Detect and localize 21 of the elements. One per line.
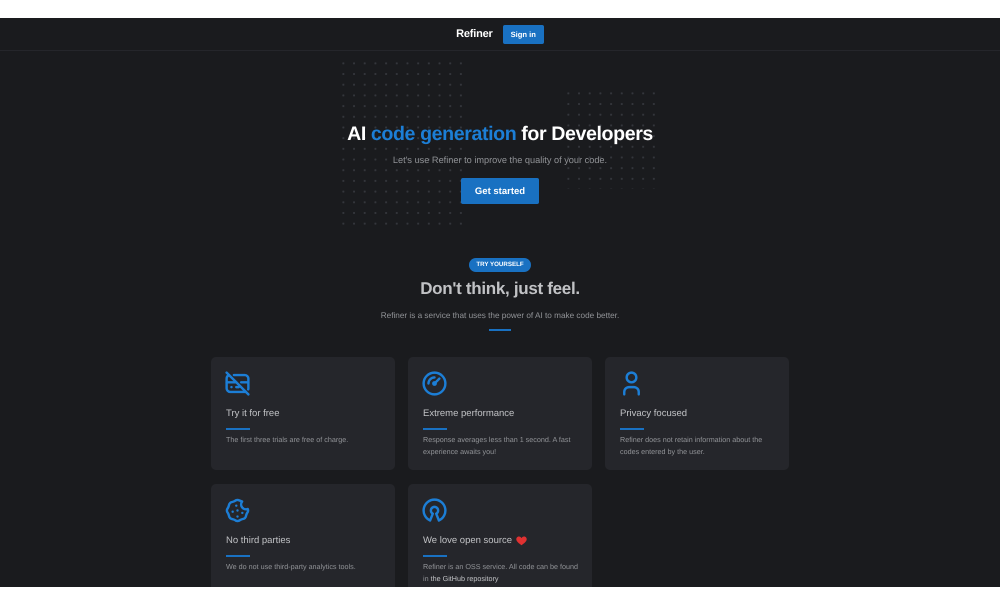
accent-line bbox=[423, 555, 447, 558]
card-title: No third parties bbox=[226, 534, 290, 548]
cookie-icon bbox=[223, 496, 252, 526]
heart-icon bbox=[516, 536, 528, 546]
card-title: Try it for free bbox=[226, 407, 280, 421]
card-title: Privacy focused bbox=[620, 407, 688, 421]
accent-line bbox=[489, 329, 511, 331]
section-heading: Don't think, just feel. bbox=[420, 278, 580, 300]
brand-name: Refiner bbox=[456, 28, 493, 40]
accent-line bbox=[620, 428, 644, 430]
gauge-icon bbox=[420, 369, 449, 398]
accent-line bbox=[226, 555, 250, 558]
card-title: Extreme performance bbox=[423, 407, 514, 421]
accent-line bbox=[423, 428, 447, 430]
crossed-card-icon bbox=[223, 369, 252, 398]
get-started-button[interactable]: Get started bbox=[460, 178, 540, 204]
card-title: We love open source bbox=[423, 534, 512, 548]
hero-subtitle: Let's use Refiner to improve the quality of your code. bbox=[392, 154, 608, 167]
hero-title: AI code generation for Developers bbox=[347, 122, 653, 146]
accent-line bbox=[226, 428, 250, 430]
section-description: Refiner is a service that uses the power of AI to make code better. bbox=[380, 310, 620, 322]
